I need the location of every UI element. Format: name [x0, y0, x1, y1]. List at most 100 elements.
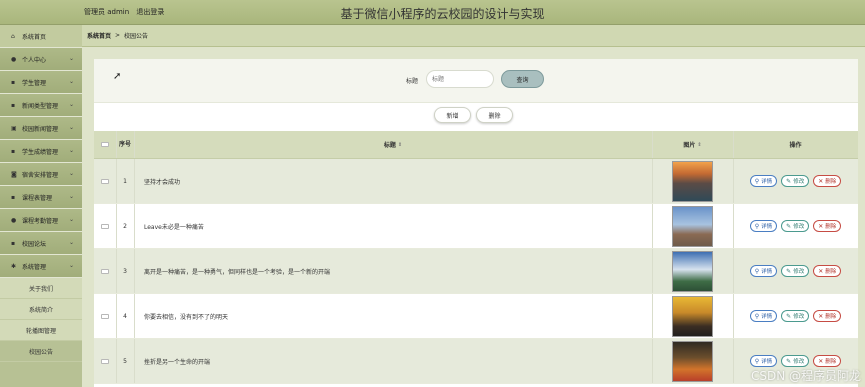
column-divider	[116, 131, 117, 158]
sidebar-item-forum[interactable]: ▪ 校园论坛 ⌄	[0, 232, 82, 255]
sidebar-item-timetable[interactable]: ▪ 课程表管理 ⌄	[0, 186, 82, 209]
user-icon: ●	[11, 55, 17, 63]
sidebar-subitem-intro[interactable]: 系统简介	[0, 299, 82, 320]
edit-button[interactable]: ✎ 修改	[781, 220, 810, 232]
breadcrumb-home[interactable]: 系统首页	[87, 31, 111, 40]
row-title: 你要去相信，没有到不了的明天	[144, 313, 229, 321]
edit-label: 修改	[793, 179, 805, 185]
column-divider	[652, 159, 653, 203]
row-title: 挫折是另一个生命的开端	[144, 358, 211, 366]
sidebar-item-attendance[interactable]: ● 课程考勤管理 ⌄	[0, 209, 82, 232]
select-all-checkbox[interactable]	[101, 142, 109, 147]
sidebar-subitem-carousel[interactable]: 轮播图管理	[0, 320, 82, 341]
close-icon: ✕	[818, 222, 824, 230]
sidebar-item-label: 宿舍安排管理	[22, 171, 59, 179]
row-select-cell	[94, 339, 116, 383]
settings-icon: ✱	[11, 262, 17, 270]
add-button[interactable]: 新增	[434, 107, 471, 123]
breadcrumb: 系统首页 > 校园公告	[82, 25, 865, 47]
thumbnail-image	[672, 250, 713, 292]
detail-button[interactable]: ⚲ 详情	[749, 220, 778, 232]
sidebar-item-grades[interactable]: ▪ 学生成绩管理 ⌄	[0, 140, 82, 163]
table-row: 5 挫折是另一个生命的开端 ⚲ 详情 ✎ 修改 ✕ 删除	[94, 339, 858, 384]
column-divider	[733, 204, 734, 248]
chevron-down-icon: ⌄	[68, 101, 74, 108]
row-delete-button[interactable]: ✕ 删除	[813, 310, 842, 322]
page-title: 基于微信小程序的云校园的设计与实现	[340, 7, 545, 21]
edit-button[interactable]: ✎ 修改	[781, 265, 810, 277]
table-row: 1 坚持才会成功 ⚲ 详情 ✎ 修改 ✕ 删除	[94, 159, 858, 204]
delete-label: 删除	[825, 179, 837, 185]
chevron-down-icon: ⌄	[68, 216, 74, 223]
search-input[interactable]	[426, 70, 494, 88]
search-button[interactable]: 查询	[501, 70, 544, 88]
chevron-down-icon: ⌄	[68, 239, 74, 246]
edit-button[interactable]: ✎ 修改	[781, 355, 810, 367]
breadcrumb-current: 校园公告	[124, 33, 149, 40]
header-image-label: 图片	[683, 142, 696, 149]
row-checkbox[interactable]	[101, 268, 109, 274]
delete-label: 删除	[825, 224, 837, 230]
row-checkbox[interactable]	[101, 178, 109, 184]
sidebar-item-system[interactable]: ✱ 系统管理 ⌄	[0, 255, 82, 278]
column-divider	[116, 249, 117, 293]
content-panel: 标题 查询 新增 删除 序号 标题 ⇕ 图片 ⇕	[94, 59, 858, 387]
delete-button[interactable]: 删除	[476, 107, 513, 123]
detail-label: 详情	[761, 359, 773, 365]
sidebar-item-home[interactable]: ⌂ 系统首页	[0, 25, 82, 48]
row-checkbox[interactable]	[101, 313, 109, 319]
row-checkbox[interactable]	[101, 223, 109, 229]
sidebar-item-campus-news[interactable]: ▣ 校园新闻管理 ⌄	[0, 117, 82, 140]
detail-button[interactable]: ⚲ 详情	[749, 265, 778, 277]
row-select-cell	[94, 294, 116, 338]
row-delete-button[interactable]: ✕ 删除	[813, 265, 842, 277]
row-delete-button[interactable]: ✕ 删除	[813, 175, 842, 187]
close-icon: ✕	[818, 357, 824, 365]
breadcrumb-separator: >	[115, 32, 121, 39]
header-image[interactable]: 图片 ⇕	[652, 131, 733, 158]
watermark: CSDN @程序员阿龙	[750, 369, 861, 383]
header-title-label: 标题	[383, 142, 396, 149]
header-title[interactable]: 标题 ⇕	[134, 131, 652, 158]
grid-icon: ▪	[11, 78, 16, 86]
sidebar-item-profile[interactable]: ● 个人中心 ⌄	[0, 48, 82, 71]
row-number: 4	[123, 312, 127, 320]
sidebar-item-label: 校园论坛	[22, 240, 47, 248]
column-divider	[116, 159, 117, 203]
sidebar-item-news-types[interactable]: ▪ 新闻类型管理 ⌄	[0, 94, 82, 117]
sidebar-item-label: 学生管理	[22, 79, 47, 87]
row-delete-button[interactable]: ✕ 删除	[813, 355, 842, 367]
delete-label: 删除	[825, 359, 837, 365]
edit-button[interactable]: ✎ 修改	[781, 310, 810, 322]
sidebar-subitem-announcements[interactable]: 校园公告	[0, 341, 82, 362]
row-image-cell	[652, 339, 733, 383]
row-checkbox[interactable]	[101, 358, 109, 364]
pencil-icon: ✎	[786, 312, 792, 320]
detail-button[interactable]: ⚲ 详情	[749, 310, 778, 322]
sidebar-subitem-about[interactable]: 关于我们	[0, 278, 82, 299]
row-actions: ⚲ 详情 ✎ 修改 ✕ 删除	[733, 249, 858, 293]
sort-icon: ⇕	[697, 141, 702, 148]
close-icon: ✕	[818, 267, 824, 275]
sidebar-item-students[interactable]: ▪ 学生管理 ⌄	[0, 71, 82, 94]
row-image-cell	[652, 294, 733, 338]
column-divider	[733, 159, 734, 203]
close-icon: ✕	[818, 177, 824, 185]
sidebar-item-label: 个人中心	[22, 56, 47, 64]
edit-button[interactable]: ✎ 修改	[781, 175, 810, 187]
row-delete-button[interactable]: ✕ 删除	[813, 220, 842, 232]
truck-icon: ◙	[11, 170, 17, 178]
column-divider	[116, 294, 117, 338]
chevron-down-icon: ⌄	[68, 262, 74, 269]
sidebar-item-label: 校园新闻管理	[22, 125, 59, 133]
pencil-icon: ✎	[786, 177, 792, 185]
sidebar-item-dorms[interactable]: ◙ 宿舍安排管理 ⌄	[0, 163, 82, 186]
sidebar-item-label: 学生成绩管理	[22, 148, 59, 156]
row-select-cell	[94, 204, 116, 248]
row-actions: ⚲ 详情 ✎ 修改 ✕ 删除	[733, 294, 858, 338]
detail-button[interactable]: ⚲ 详情	[749, 175, 778, 187]
sort-icon: ⇕	[397, 141, 403, 148]
chevron-down-icon: ⌄	[68, 170, 74, 177]
detail-button[interactable]: ⚲ 详情	[749, 355, 778, 367]
column-divider	[733, 294, 734, 338]
